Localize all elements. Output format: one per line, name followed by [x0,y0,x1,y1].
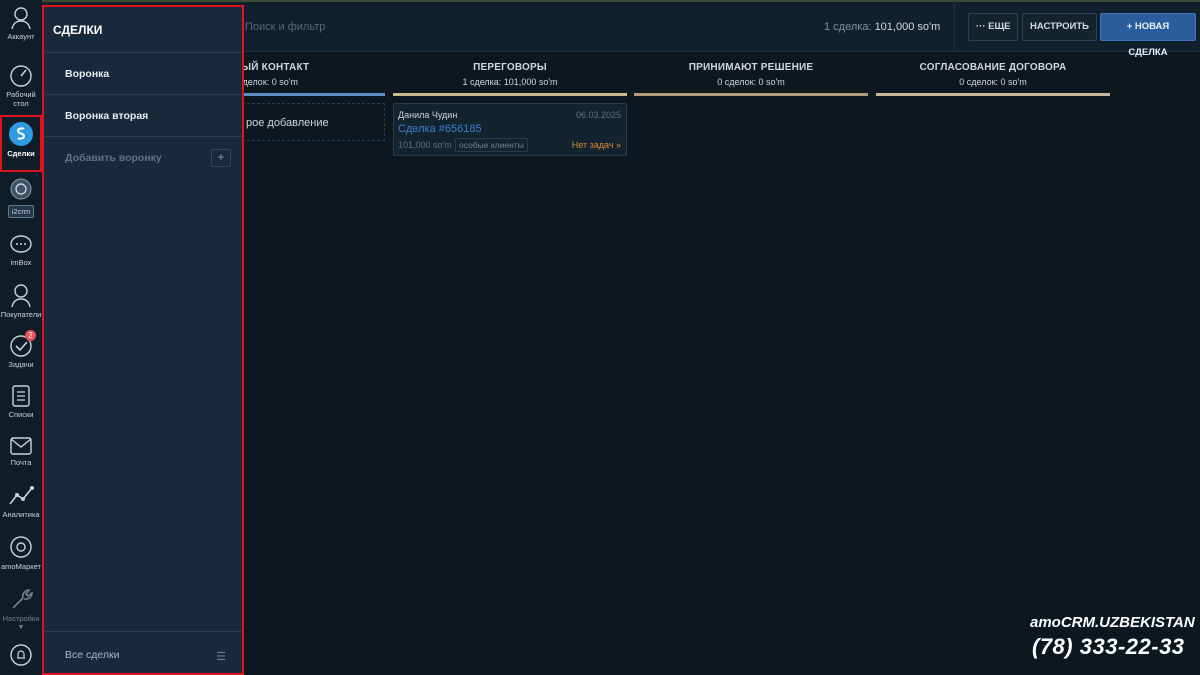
rail-i2crm[interactable]: i2crm [0,178,42,218]
header-top-border [42,0,1200,2]
rail-mail[interactable]: Почта [0,436,42,467]
rail-account-label: Аккаунт [7,32,35,41]
dashboard-icon [10,65,32,87]
all-deals-label: Все сделки [65,649,120,661]
rail-dashboard[interactable]: Рабочий стол [0,64,42,108]
rail-tasks[interactable]: 2 Задачи [0,330,42,369]
all-deals-row[interactable]: Все сделки ☰ [44,631,242,673]
rail-mail-label: Почта [10,458,32,467]
column-sub-decision: 0 сделок: 0 so'm [717,77,785,87]
search-input[interactable]: Поиск и фильтр [245,21,325,33]
rail-tasks-label: Задачи [8,360,34,369]
rail-settings-label: Настройки [2,614,40,623]
panel-title: СДЕЛКИ [44,7,242,53]
lists-icon [12,385,30,407]
summary-value: 101,000 so'm [874,21,941,33]
rail-customers[interactable]: Покупатели [0,282,42,319]
rail-imbox-label: imBox [10,258,32,267]
tasks-badge: 2 [25,330,36,341]
mail-icon [10,437,32,455]
rail-lists-label: Списки [8,410,34,419]
more-button[interactable]: ··· ЕЩЕ [968,13,1019,41]
column-line-decision [634,93,868,96]
rail-market[interactable]: amoМаркет [0,534,42,571]
summary-prefix: 1 сделка: [824,21,872,33]
pipeline-item-second[interactable]: Воронка вторая [44,95,242,137]
column-line-contract [876,93,1110,96]
account-icon [11,7,31,30]
column-sub-contract: 0 сделок: 0 so'm [959,77,1027,87]
add-pipeline-row[interactable]: Добавить воронку + [44,137,242,179]
i2crm-icon [10,178,32,200]
rail-i2crm-label: i2crm [7,205,35,218]
new-deal-button[interactable]: + НОВАЯ СДЕЛКА [1100,13,1196,58]
column-line-negotiations [393,93,627,96]
column-sub-negotiations: 1 сделка: 101,000 so'm [462,77,558,87]
brand-watermark: amoCRM.UZBEKISTAN [1030,614,1195,631]
rail-imbox[interactable]: imBox [0,234,42,267]
rail-lists[interactable]: Списки [0,384,42,419]
setup-button[interactable]: НАСТРОИТЬ [1022,13,1097,41]
deal-price: 101,000 so'm [398,140,452,150]
rail-notifications[interactable] [0,642,42,670]
market-icon [10,536,32,558]
column-title-negotiations: ПЕРЕГОВОРЫ [473,62,547,73]
settings-icon [12,589,33,609]
plus-icon[interactable]: + [211,149,231,167]
list-menu-icon[interactable]: ☰ [216,650,226,663]
rail-account[interactable]: Аккаунт [0,6,42,41]
left-nav-rail: Аккаунт Рабочий стол Сделки i2crm imBox … [0,0,42,675]
analytics-icon [9,486,34,505]
rail-customers-label: Покупатели [0,310,42,319]
customers-icon [11,284,31,308]
deal-title-link[interactable]: Сделка #656185 [398,123,482,135]
deal-date: 06.03.2025 [575,110,621,120]
rail-settings[interactable]: Настройки ▼ [0,586,42,632]
column-title-contract: СОГЛАСОВАНИЕ ДОГОВОРА [919,62,1067,73]
deal-tasks-status[interactable]: Нет задач » [572,140,621,150]
phone-watermark: (78) 333-22-33 [1032,634,1185,659]
deal-tag[interactable]: особые клиенты [455,138,528,152]
deal-card[interactable]: Данила Чудин 06.03.2025 Сделка #656185 1… [393,103,627,156]
quick-add-button[interactable]: рое добавление [242,103,385,141]
deals-icon [9,122,33,146]
pipeline-item-main[interactable]: Воронка [44,53,242,95]
rail-deals-label: Сделки [7,149,35,158]
header-divider [954,0,955,52]
chat-icon [10,235,32,253]
rail-market-label: amoМаркет [1,562,41,571]
add-pipeline-label: Добавить воронку [65,152,162,164]
deal-contact[interactable]: Данила Чудин [398,110,457,120]
notifications-icon [10,644,32,666]
deals-summary: 1 сделка: 101,000 so'm [824,21,940,33]
rail-analytics[interactable]: Аналитика [0,484,42,519]
pipelines-panel: СДЕЛКИ Воронка Воронка вторая Добавить в… [42,5,244,675]
rail-dashboard-label: Рабочий стол [6,90,36,108]
rail-analytics-label: Аналитика [2,510,40,519]
column-title-decision: ПРИНИМАЮТ РЕШЕНИЕ [688,62,814,73]
rail-deals[interactable]: Сделки [0,115,42,172]
chevron-down-icon[interactable]: ▼ [18,623,25,632]
